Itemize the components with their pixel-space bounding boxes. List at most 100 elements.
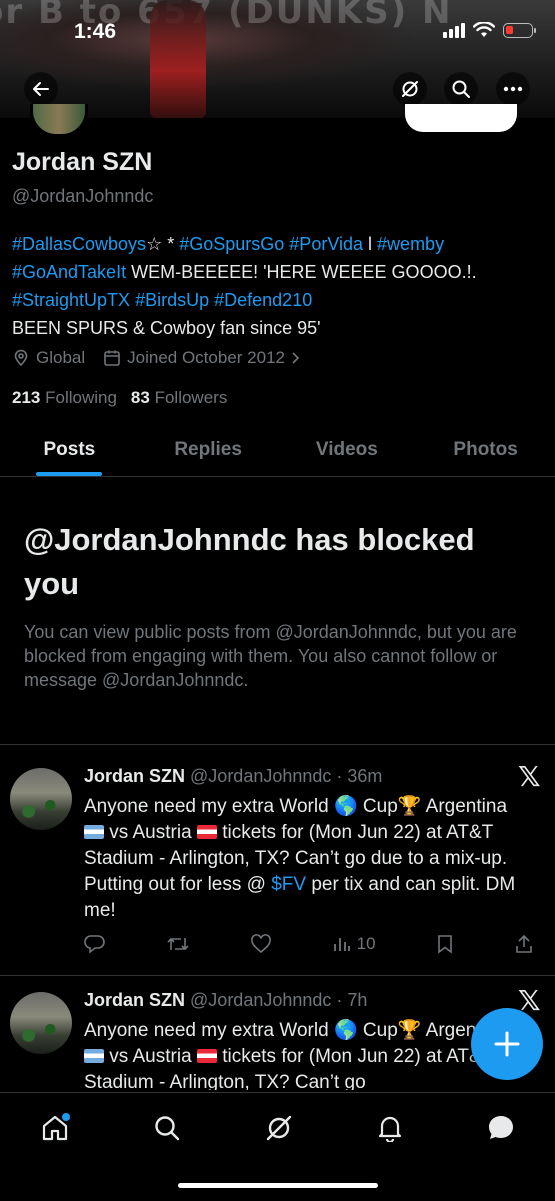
more-dots-icon [503,86,523,92]
bookmark-button[interactable] [436,934,454,954]
repost-button[interactable] [166,934,190,954]
post-actions: 10 [84,934,534,954]
nav-search[interactable] [150,1111,184,1145]
nav-notifications[interactable] [373,1111,407,1145]
bio-text: BEEN SPURS & Cowboy fan since 95' [12,318,321,338]
calendar-icon [104,350,120,366]
hashtag-link[interactable]: #DallasCowboys [12,234,146,254]
compose-post-button[interactable] [471,1008,543,1080]
arrow-left-icon [33,82,49,96]
grok-icon [266,1115,292,1141]
hashtag-link[interactable]: #GoAndTakeIt [12,262,126,282]
post-text-part: vs Austria [104,822,197,843]
trophy-icon: 🏆 [397,796,422,817]
hashtag-link[interactable]: #GoSpursGo [179,234,284,254]
more-button[interactable] [496,72,530,106]
nav-home[interactable] [38,1111,72,1145]
profile-handle: @JordanJohnndc [12,186,154,206]
post-header: Jordan SZN @JordanJohnndc · 7h [84,990,367,1011]
plus-icon [494,1031,520,1057]
tab-replies[interactable]: Replies [139,424,278,476]
post-author-name[interactable]: Jordan SZN [84,766,185,786]
blocked-message: You can view public posts from @JordanJo… [24,622,517,690]
post-header: Jordan SZN @JordanJohnndc · 36m [84,766,382,787]
post-avatar[interactable] [10,992,72,1054]
post-avatar[interactable] [10,768,72,830]
chevron-right-icon [292,352,300,364]
hashtag-link[interactable]: #PorVida [289,234,363,254]
profile-bio: #DallasCowboys☆ * #GoSpursGo #PorVida l … [12,230,542,342]
profile-meta: Global Joined October 2012 [12,348,301,368]
like-button[interactable] [250,934,272,954]
heart-icon [251,934,272,954]
status-time: 1:46 [74,20,117,43]
blocked-title: @JordanJohnndc has blocked you [24,522,475,601]
share-button[interactable] [514,934,534,954]
hashtag-link[interactable]: #BirdsUp [135,290,209,310]
wifi-icon [473,22,495,37]
post-text-part: vs Austria [104,1046,197,1067]
back-button[interactable] [24,72,58,106]
post-text[interactable]: Anyone need my extra World 🌎 Cup🏆 Argent… [84,794,529,924]
bio-text: * [162,234,180,254]
profile-name: Jordan SZN [12,148,153,176]
following-count: 213 [12,388,41,407]
views-chart-icon [333,938,350,951]
post-handle-time: @JordanJohnndc · 7h [190,990,368,1010]
repost-icon [167,937,189,951]
search-button[interactable] [444,72,478,106]
battery-icon [503,22,536,38]
profile-action-button[interactable] [405,104,517,132]
hashtag-link[interactable]: #wemby [377,234,444,254]
share-icon [516,934,532,953]
post-text-part: Argentina [425,796,508,817]
hashtag-link[interactable]: #StraightUpTX [12,290,130,310]
bio-text: l [363,234,378,254]
austria-flag-icon [196,1049,217,1063]
search-icon [155,1116,180,1141]
post-text[interactable]: Anyone need my extra World 🌎 Cup🏆 Argent… [84,1018,529,1090]
bookmark-icon [437,935,452,954]
hashtag-link[interactable]: #Defend210 [214,290,312,310]
follow-stats: 213 Following 83 Followers [12,388,227,408]
followers-count: 83 [130,388,150,407]
post-author-name[interactable]: Jordan SZN [84,990,185,1010]
bell-icon [378,1116,402,1142]
profile-avatar[interactable] [30,104,88,137]
post-text-part: Anyone need my extra World [84,1020,334,1041]
signal-icon [443,22,465,38]
tab-posts[interactable]: Posts [0,424,139,476]
location-pin-icon [14,349,28,367]
austria-flag-icon [196,825,217,839]
divider [0,744,555,745]
status-icons [443,22,536,38]
nav-grok[interactable] [262,1111,296,1145]
joined-date[interactable]: Joined October 2012 [103,348,301,368]
trophy-icon: 🏆 [397,1020,422,1041]
nav-messages[interactable] [484,1111,518,1145]
x-logo-icon: 𝕏 [518,760,541,793]
globe-icon: 🌎 [333,1020,358,1041]
argentina-flag-icon [84,825,104,839]
tab-videos[interactable]: Videos [278,424,417,476]
location-text: Global [36,348,86,367]
banner-player-image [150,0,206,118]
followers-label: Followers [154,388,228,407]
joined-text: Joined October 2012 [127,348,285,367]
cashtag-link[interactable]: $FV [271,874,306,895]
star-icon: ☆ [146,234,163,254]
post-text-part: Anyone need my extra World [84,796,334,817]
post-handle-time: @JordanJohnndc · 36m [190,766,383,786]
reply-button[interactable] [84,934,106,954]
following-label: Following [45,388,117,407]
argentina-flag-icon [84,1049,104,1063]
following-link[interactable]: 213 Following [12,388,117,408]
followers-link[interactable]: 83 Followers [131,388,227,408]
tab-photos[interactable]: Photos [416,424,555,476]
profile-tabs: Posts Replies Videos Photos [0,424,555,477]
views-button[interactable]: 10 [333,934,376,954]
grok-button[interactable] [393,72,427,106]
post-text-part: Cup [357,1020,398,1041]
views-count: 10 [356,934,376,953]
chat-bubble-icon [489,1116,513,1139]
